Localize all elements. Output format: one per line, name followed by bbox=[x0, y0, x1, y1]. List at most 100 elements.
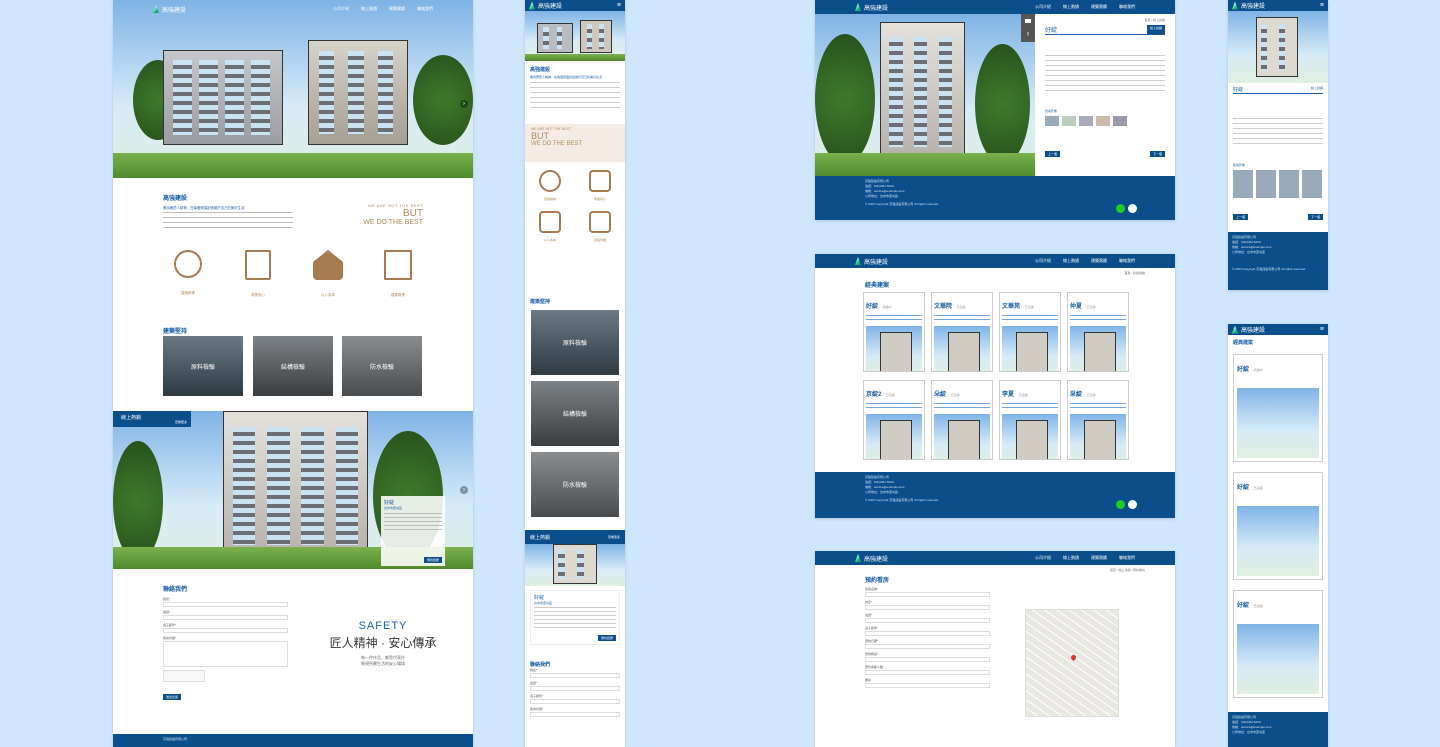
portfolio-card[interactable]: 仲夏 已完銷 bbox=[1067, 292, 1129, 372]
hot-booking-button[interactable]: 預約賞屋 bbox=[423, 557, 442, 563]
phone-field[interactable] bbox=[163, 615, 288, 620]
detail-name: 好綻 bbox=[1045, 28, 1058, 34]
email-field[interactable] bbox=[163, 628, 288, 633]
prev-button[interactable]: 上一個 bbox=[1045, 151, 1061, 157]
card-image bbox=[934, 414, 990, 459]
feature-care: 專業用心 bbox=[233, 250, 283, 298]
facebook-round-icon[interactable] bbox=[1128, 204, 1137, 213]
nav-portfolio[interactable]: 建築實績 bbox=[389, 6, 405, 12]
desktop-detail-panel: 高強建設 公司介紹 線上熱銷 建築實績 聯絡我們 f 首頁 / 線上熱銷 好綻 線上熱… bbox=[815, 0, 1175, 220]
booking-phone-field[interactable] bbox=[865, 618, 990, 623]
next-button[interactable]: 下一個 bbox=[1149, 151, 1165, 157]
nav-hot[interactable]: 線上熱銷 bbox=[361, 6, 377, 12]
logo-icon bbox=[855, 3, 861, 11]
atom-heart-icon bbox=[539, 170, 561, 192]
captcha[interactable] bbox=[163, 670, 205, 682]
portfolio-card[interactable]: 采綻 已完銷 bbox=[1067, 380, 1129, 460]
hamburger-menu-icon[interactable]: ≡ bbox=[1320, 326, 1324, 333]
mobile-message-field[interactable] bbox=[530, 712, 620, 717]
hamburger-menu-icon[interactable]: ≡ bbox=[617, 2, 621, 9]
facebook-icon[interactable]: f bbox=[1027, 32, 1028, 38]
card-tag: 已完銷 bbox=[1086, 305, 1096, 309]
portfolio-card[interactable]: 文華苑 已完銷 bbox=[999, 292, 1061, 372]
booking-email-field[interactable] bbox=[865, 631, 990, 636]
portfolio-card[interactable]: 文華院 已完銷 bbox=[931, 292, 993, 372]
nav-contact[interactable]: 聯絡我們 bbox=[417, 6, 433, 12]
portfolio-card[interactable]: 京綻2 已完銷 bbox=[863, 380, 925, 460]
portfolio-panel: 高強建設 公司介紹 線上熱銷 建築實績 聯絡我們 首頁 / 建築實績 經典建案 好綻 熱… bbox=[815, 254, 1175, 518]
card-image bbox=[1070, 414, 1126, 459]
line-icon[interactable] bbox=[1116, 500, 1125, 509]
quality-structure[interactable]: 結構檢驗 bbox=[253, 336, 333, 396]
hero-next-arrow-icon[interactable]: › bbox=[460, 100, 468, 108]
card-name: 采綻 bbox=[1070, 392, 1083, 398]
mobile-gallery[interactable] bbox=[1233, 170, 1323, 198]
message-field[interactable] bbox=[163, 641, 288, 667]
card-image bbox=[934, 326, 990, 371]
intro-title: 高強建設 bbox=[163, 196, 188, 202]
mobile-card-1[interactable]: 好綻 已完銷 bbox=[1233, 472, 1323, 580]
feature-people: 以人為本 bbox=[303, 250, 353, 298]
logo-icon bbox=[529, 1, 535, 10]
gallery-thumbs[interactable] bbox=[1045, 116, 1165, 126]
quality-material[interactable]: 原料檢驗 bbox=[163, 336, 243, 396]
mobile-quality-waterproof[interactable]: 防水檢驗 bbox=[531, 452, 619, 517]
hot-more-link[interactable]: 查看更多 bbox=[175, 420, 187, 424]
mobile-name-field[interactable] bbox=[530, 673, 620, 678]
mobile-quality-material[interactable]: 原料檢驗 bbox=[531, 310, 619, 375]
logo-icon bbox=[1232, 1, 1238, 10]
quality-waterproof[interactable]: 防水檢驗 bbox=[342, 336, 422, 396]
card-name: 仲夏 bbox=[1070, 304, 1083, 310]
brand-logo[interactable]: 高強建設 bbox=[153, 5, 186, 14]
line-icon[interactable] bbox=[1116, 204, 1125, 213]
location-map[interactable] bbox=[1025, 609, 1119, 717]
quality-title: 建築堅持 bbox=[163, 329, 188, 335]
mobile-hot-card: 好綻 台中市西屯區 預約賞屋 bbox=[530, 590, 620, 645]
nav-about[interactable]: 公司介紹 bbox=[333, 6, 349, 12]
card-tag: 已完銷 bbox=[1018, 393, 1028, 397]
logo-icon bbox=[1232, 325, 1238, 334]
house-person-icon bbox=[313, 250, 343, 280]
mobile-phone-field[interactable] bbox=[530, 686, 620, 691]
facebook-round-icon[interactable] bbox=[1128, 500, 1137, 509]
card-tag: 已完銷 bbox=[956, 305, 966, 309]
mobile-slogan: WE ARE NOT THE BEST BUT WE DO THE BEST bbox=[525, 124, 625, 162]
card-tag: 已完銷 bbox=[1086, 393, 1096, 397]
mobile-prev-button[interactable]: 上一個 bbox=[1233, 214, 1249, 220]
feature-spirit: 建築精神 bbox=[163, 250, 213, 298]
booking-date-field[interactable] bbox=[865, 644, 990, 649]
booking-note-field[interactable] bbox=[865, 683, 990, 688]
booking-time-select[interactable] bbox=[865, 657, 990, 662]
detail-footer: 高強建設有限公司 電話：(04)2451-5420 信箱：service@examp… bbox=[815, 176, 1175, 220]
mobile-email-field[interactable] bbox=[530, 699, 620, 704]
portfolio-card[interactable]: 好綻 熱銷中 bbox=[863, 292, 925, 372]
project-select[interactable] bbox=[865, 592, 990, 597]
booking-name-field[interactable] bbox=[865, 605, 990, 610]
detail-tag: 線上熱銷 bbox=[1146, 25, 1165, 34]
name-field[interactable] bbox=[163, 602, 288, 607]
mobile-booking-button[interactable]: 預約賞屋 bbox=[597, 635, 616, 641]
mobile-card-2[interactable]: 好綻 已完銷 bbox=[1233, 590, 1323, 698]
mail-icon[interactable] bbox=[1025, 18, 1031, 23]
submit-button[interactable]: 送出表單 bbox=[163, 694, 182, 700]
hamburger-menu-icon[interactable]: ≡ bbox=[1320, 2, 1324, 9]
card-image bbox=[1070, 326, 1126, 371]
card-name: 文華苑 bbox=[1002, 304, 1021, 310]
portfolio-card[interactable]: 朵綻 已完銷 bbox=[931, 380, 993, 460]
mobile-quality-structure[interactable]: 結構檢驗 bbox=[531, 381, 619, 446]
portfolio-card[interactable]: 李夏 已完銷 bbox=[999, 380, 1061, 460]
card-name: 文華院 bbox=[934, 304, 953, 310]
mobile-hot-more[interactable]: 查看更多 bbox=[608, 535, 620, 539]
mobile-next-button[interactable]: 下一個 bbox=[1307, 214, 1323, 220]
booking-people-field[interactable] bbox=[865, 670, 990, 675]
card-name: 好綻 bbox=[866, 304, 879, 310]
portfolio-title: 經典建案 bbox=[865, 283, 890, 289]
feature-pro: 建築專業 bbox=[373, 250, 423, 298]
hot-next-arrow-icon[interactable]: › bbox=[460, 486, 468, 494]
card-image bbox=[1002, 326, 1058, 371]
card-tag: 熱銷中 bbox=[882, 305, 892, 309]
logo-icon bbox=[153, 5, 159, 13]
card-name: 京綻2 bbox=[866, 392, 882, 398]
hot-section: 線上熱銷 查看更多 好綻 台中市西屯區 預約賞屋 › bbox=[113, 411, 473, 569]
mobile-card-0[interactable]: 好綻 熱銷中 bbox=[1233, 354, 1323, 462]
